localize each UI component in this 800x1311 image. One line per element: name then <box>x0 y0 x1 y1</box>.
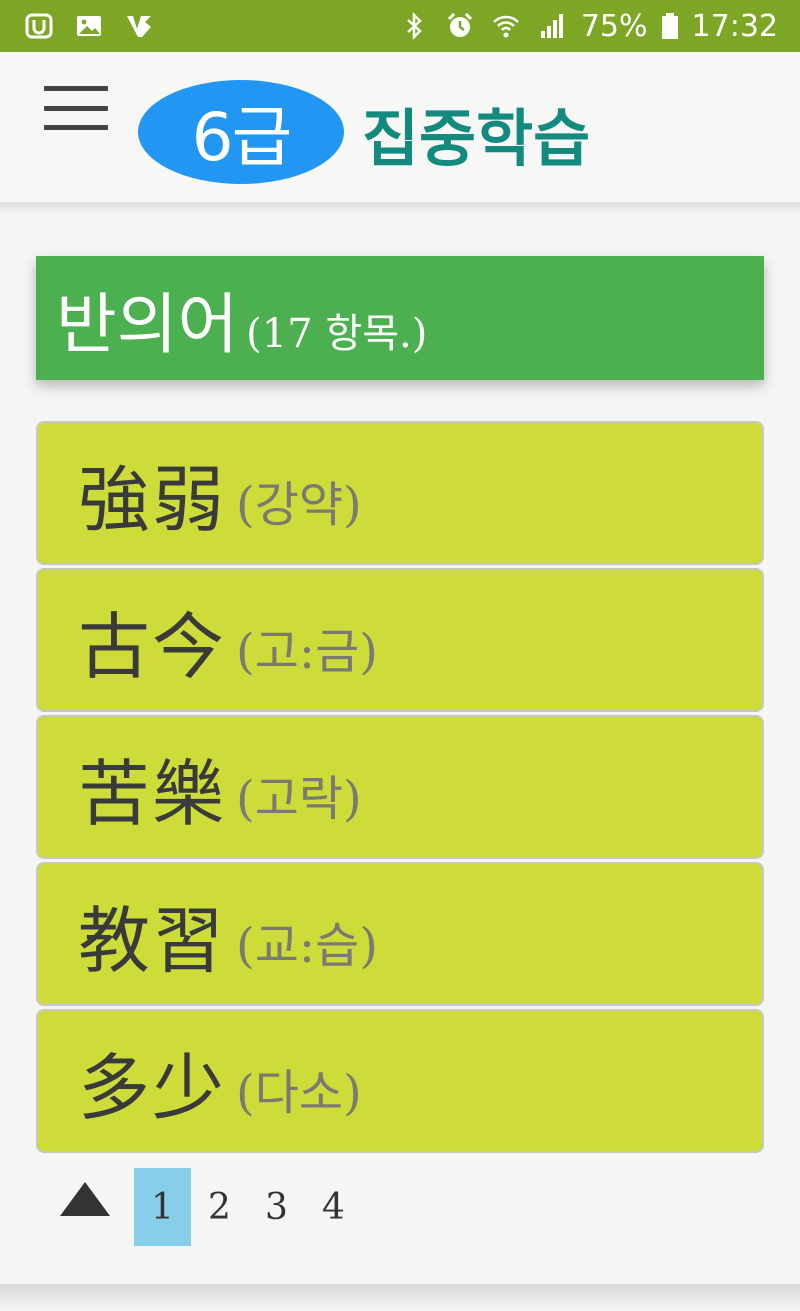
page-1[interactable]: 1 <box>134 1168 191 1246</box>
category-title: 반의어 <box>56 286 239 363</box>
page-3[interactable]: 3 <box>248 1168 305 1246</box>
page-2[interactable]: 2 <box>191 1168 248 1246</box>
status-time: 17:32 <box>691 8 778 44</box>
page-4[interactable]: 4 <box>305 1168 362 1246</box>
list-item[interactable]: 多少 (다소) <box>36 1009 764 1153</box>
word-hanja: 多少 <box>78 1045 227 1130</box>
v3-icon <box>122 11 156 41</box>
word-hanja: 古今 <box>78 604 227 689</box>
status-bar: 75% 17:32 <box>0 0 800 52</box>
u-plus-icon <box>22 11 56 41</box>
alarm-icon <box>443 11 477 41</box>
battery-percent: 75% <box>580 8 648 44</box>
word-reading: (강약) <box>236 477 362 533</box>
signal-icon <box>535 11 569 41</box>
hamburger-menu-icon[interactable] <box>44 86 108 130</box>
page-numbers: 1 2 3 4 <box>134 1168 362 1246</box>
word-list: 強弱 (강약) 古今 (고:금) 苦樂 (고락) 教習 (교:습) 多少 (다소… <box>36 421 764 1156</box>
word-reading: (고락) <box>236 771 362 827</box>
app-bar-shadow <box>0 202 800 214</box>
app-bar: 6급 집중학습 <box>0 52 800 204</box>
word-reading: (다소) <box>236 1065 362 1121</box>
wifi-icon <box>489 11 523 41</box>
word-hanja: 教習 <box>78 898 227 983</box>
category-header: 반의어 (17 항목.) <box>36 256 764 380</box>
bluetooth-icon <box>397 11 431 41</box>
category-count: (17 항목.) <box>246 311 428 357</box>
page-title: 집중학습 <box>362 102 591 175</box>
word-hanja: 強弱 <box>78 457 227 542</box>
list-item[interactable]: 苦樂 (고락) <box>36 715 764 859</box>
image-icon <box>72 11 106 41</box>
list-item[interactable]: 強弱 (강약) <box>36 421 764 565</box>
pagination: 1 2 3 4 <box>0 1168 800 1248</box>
bottom-edge <box>0 1284 800 1311</box>
list-item[interactable]: 古今 (고:금) <box>36 568 764 712</box>
battery-icon <box>660 11 680 41</box>
status-right-icons: 75% 17:32 <box>397 9 778 44</box>
scroll-up-arrow-icon[interactable] <box>60 1182 110 1216</box>
word-reading: (고:금) <box>236 624 378 680</box>
word-reading: (교:습) <box>236 918 378 974</box>
grade-badge[interactable]: 6급 <box>138 80 344 184</box>
list-item[interactable]: 教習 (교:습) <box>36 862 764 1006</box>
word-hanja: 苦樂 <box>78 751 227 836</box>
status-left-icons <box>22 11 156 41</box>
